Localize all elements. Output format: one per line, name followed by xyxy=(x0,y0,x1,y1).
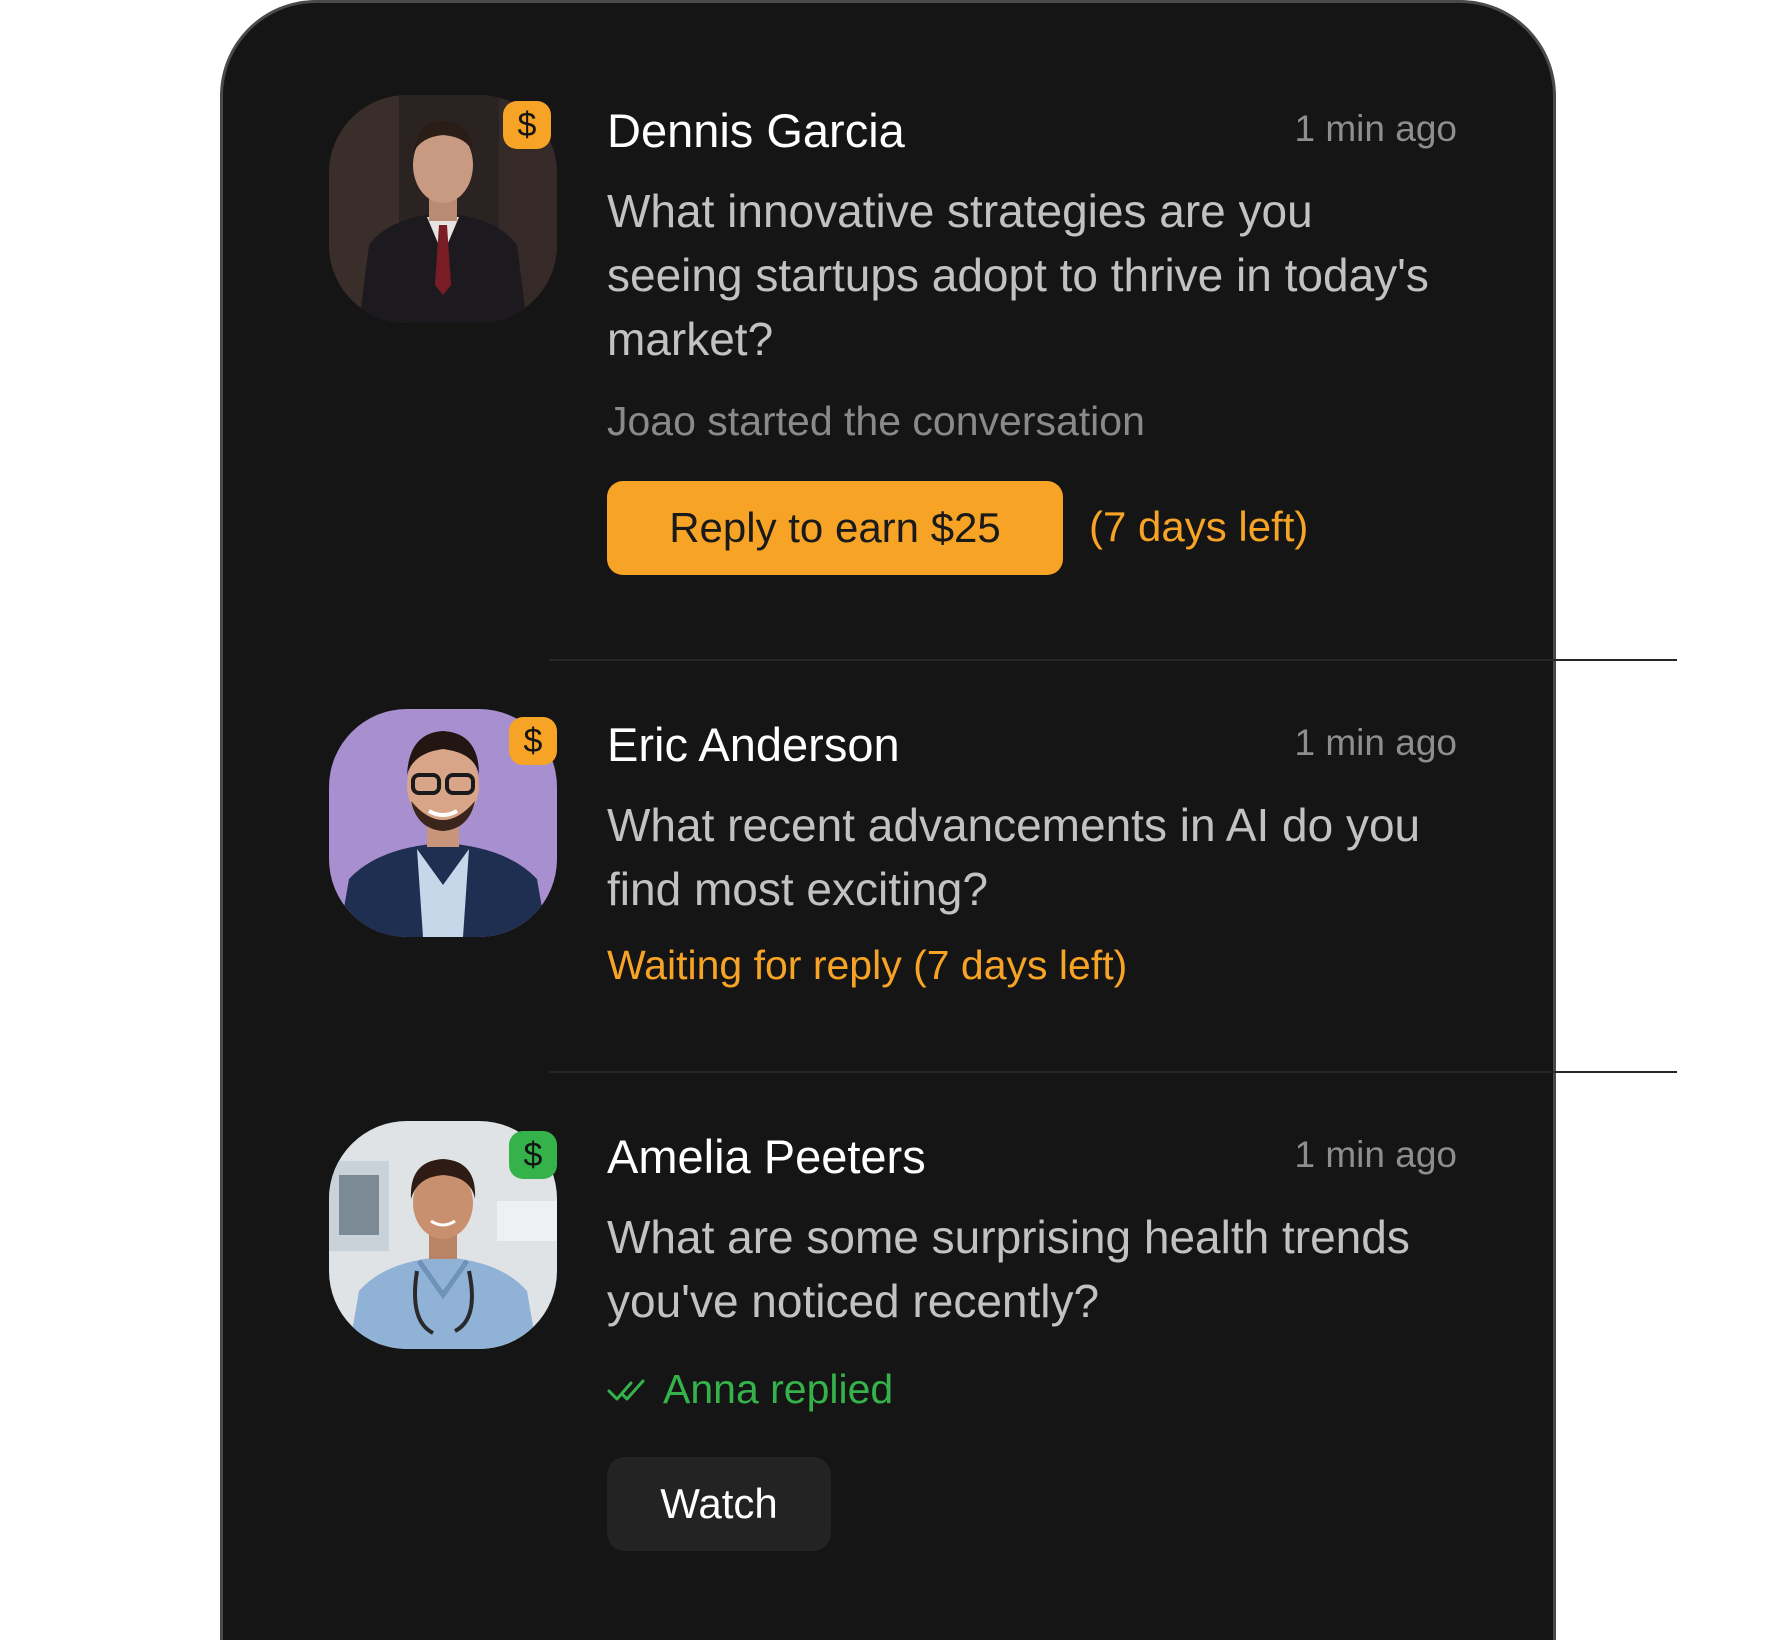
double-check-icon xyxy=(607,1379,645,1401)
timestamp: 1 min ago xyxy=(1294,1134,1458,1175)
watch-button[interactable]: Watch xyxy=(607,1457,831,1551)
status-text: Anna replied xyxy=(663,1366,894,1412)
timestamp: 1 min ago xyxy=(1294,108,1458,149)
sender-name: Eric Anderson xyxy=(607,718,900,771)
days-left-label: (7 days left) xyxy=(1089,503,1309,550)
sender-name: Dennis Garcia xyxy=(607,104,905,157)
divider xyxy=(549,1071,1677,1073)
sender-name: Amelia Peeters xyxy=(607,1130,926,1183)
timestamp: 1 min ago xyxy=(1294,722,1458,763)
question-text: What are some surprising health trends y… xyxy=(607,1211,1410,1327)
dollar-icon: $ xyxy=(503,101,551,149)
divider xyxy=(549,659,1677,661)
question-text: What recent advancements in AI do you fi… xyxy=(607,799,1421,915)
status-text: Waiting for reply (7 days left) xyxy=(607,942,1128,988)
conversation-card: $ Dennis Garcia 1 min ago What innovativ… xyxy=(220,0,1677,1640)
dollar-icon: $ xyxy=(509,1131,557,1179)
dollar-icon: $ xyxy=(509,717,557,765)
starter-text: Joao started the conversation xyxy=(607,398,1145,444)
reply-to-earn-button[interactable]: Reply to earn $25 xyxy=(607,481,1063,575)
question-text: What innovative strategies are you seein… xyxy=(607,185,1429,365)
